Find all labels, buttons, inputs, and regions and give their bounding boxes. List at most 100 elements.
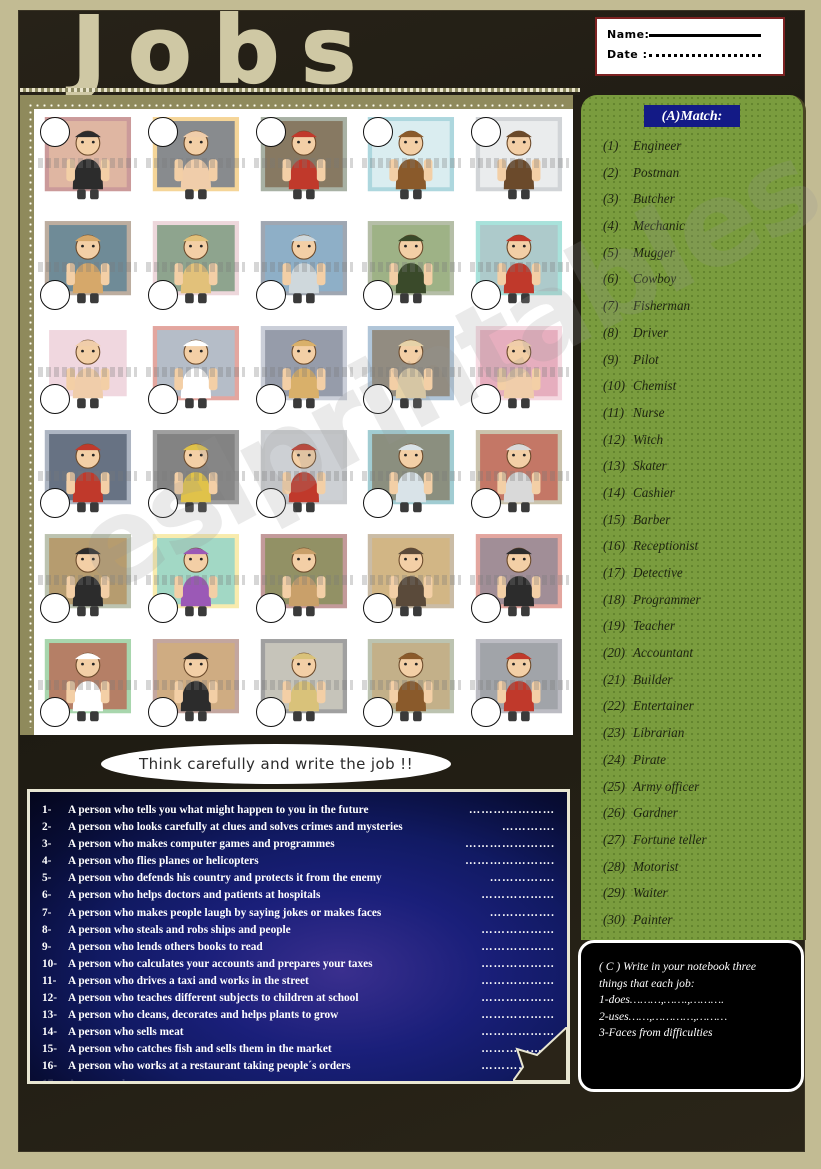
definition-number: 8- (42, 923, 52, 936)
answer-circle[interactable] (363, 279, 394, 310)
picture-cell-skater[interactable] (465, 318, 573, 422)
illustration-watermark (469, 575, 569, 586)
definition-answer-blank[interactable]: ……………… (338, 1007, 555, 1024)
job-item-name: Programmer (633, 591, 701, 607)
date-row: Date : (607, 48, 783, 61)
answer-circle[interactable] (40, 384, 70, 414)
illustration-watermark (361, 262, 461, 273)
definition-number: 17- (42, 1077, 58, 1084)
definition-answer-blank[interactable]: ……………… (320, 887, 555, 904)
job-list-item: (27) Fortune teller (581, 827, 803, 854)
answer-circle[interactable] (471, 384, 502, 414)
answer-circle[interactable] (255, 279, 286, 310)
picture-cell-chemist[interactable] (465, 109, 573, 213)
definition-answer-blank[interactable]: ……………… (291, 922, 555, 939)
answer-circle[interactable] (471, 697, 502, 727)
answer-circle[interactable] (147, 488, 178, 519)
task-c-line: 2-uses……,…………,……… (599, 1009, 728, 1023)
definition-answer-blank[interactable]: ……………. (382, 870, 555, 887)
picture-cell-cashier[interactable] (465, 422, 573, 526)
picture-cell-pirate[interactable] (142, 631, 250, 735)
picture-cell-witch[interactable] (142, 422, 250, 526)
picture-cell-motorist[interactable] (465, 526, 573, 630)
name-input-line[interactable] (649, 34, 761, 37)
definition-answer-blank[interactable]: …………………. (259, 853, 555, 870)
definition-answer-blank[interactable]: …………………. (335, 836, 555, 853)
picture-cell-librarian[interactable] (357, 526, 465, 630)
definition-number: 2- (42, 821, 52, 834)
picture-cell-tax-man[interactable] (250, 422, 358, 526)
date-input-line[interactable] (649, 54, 761, 57)
picture-cell-receptionist[interactable] (34, 109, 142, 213)
illustration-watermark (146, 471, 246, 482)
definition-number: 12- (42, 992, 58, 1005)
answer-circle[interactable] (40, 117, 70, 147)
picture-cell-teacher[interactable] (34, 422, 142, 526)
picture-cell-postman[interactable] (250, 318, 358, 422)
job-list-item: (13) Skater (581, 453, 803, 480)
job-item-name: Chemist (633, 378, 677, 394)
picture-cell-cowboy[interactable] (34, 213, 142, 317)
definition-answer-blank[interactable]: ……………… (183, 1024, 555, 1041)
answer-circle[interactable] (471, 117, 502, 147)
picture-cell-fortune-teller[interactable] (142, 526, 250, 630)
definition-answer-blank[interactable]: ……………… (358, 990, 555, 1007)
answer-circle[interactable] (40, 592, 70, 623)
definition-number: 5- (42, 872, 52, 885)
definition-answer-blank[interactable]: ……………… (263, 939, 555, 956)
definition-answer-blank[interactable]: ……………… (373, 956, 555, 973)
definition-line: 14- A person who sells meat……………… (42, 1024, 555, 1041)
illustration-watermark (469, 366, 569, 377)
picture-cell-detective[interactable] (142, 213, 250, 317)
answer-circle[interactable] (471, 279, 502, 310)
definition-text: A person who lends others books to read (68, 940, 263, 953)
date-label: Date : (607, 48, 648, 61)
picture-cell-mugger[interactable] (250, 109, 358, 213)
picture-cell-entertainer[interactable] (34, 526, 142, 630)
picture-cell-mechanic[interactable] (465, 213, 573, 317)
definition-text: A person who makes people laugh by sayin… (68, 906, 382, 919)
answer-circle[interactable] (255, 592, 286, 623)
picture-cell-builder[interactable] (465, 631, 573, 735)
job-item-name: Mechanic (633, 218, 685, 234)
picture-cell-nurse[interactable] (34, 318, 142, 422)
picture-cell-painter[interactable] (34, 631, 142, 735)
definition-answer-blank[interactable]: ………… (134, 1076, 555, 1082)
job-item-number: (15) (603, 511, 625, 527)
definition-line: 11- A person who drives a taxi and works … (42, 973, 555, 990)
definition-line: 12- A person who teaches different subjec… (42, 990, 555, 1007)
answer-circle[interactable] (255, 488, 286, 519)
answer-circle[interactable] (40, 279, 70, 310)
picture-cell-engineer[interactable] (142, 109, 250, 213)
answer-circle[interactable] (147, 384, 178, 414)
job-item-name: Barber (633, 511, 671, 527)
picture-cell-driver[interactable] (250, 213, 358, 317)
job-item-number: (1) (603, 138, 619, 153)
definition-answer-blank[interactable]: ………………… (368, 802, 555, 819)
illustration-watermark (361, 471, 461, 482)
picture-cell-gardner[interactable] (250, 526, 358, 630)
answer-circle[interactable] (147, 279, 178, 310)
picture-cell-barber[interactable] (357, 422, 465, 526)
picture-cell-waiter[interactable] (250, 631, 358, 735)
definition-answer-blank[interactable]: …………. (403, 819, 555, 836)
answer-circle[interactable] (147, 117, 178, 147)
picture-cell-builder-worker[interactable] (357, 631, 465, 735)
instruction-banner-text: Think carefully and write the job !! (139, 755, 413, 773)
answer-circle[interactable] (255, 697, 286, 727)
job-item-name: Builder (633, 671, 673, 687)
answer-circle[interactable] (255, 384, 286, 414)
picture-cell-butcher[interactable] (357, 109, 465, 213)
definition-answer-blank[interactable]: ……………. (381, 905, 555, 922)
answer-circle[interactable] (40, 697, 70, 727)
answer-circle[interactable] (255, 117, 286, 147)
answer-circle[interactable] (147, 697, 178, 727)
picture-cell-pilot[interactable] (142, 318, 250, 422)
answer-circle[interactable] (147, 592, 178, 623)
answer-circle[interactable] (471, 592, 502, 623)
picture-cell-army-officer[interactable] (357, 213, 465, 317)
picture-cell-accountant[interactable] (357, 318, 465, 422)
answer-circle[interactable] (363, 592, 394, 623)
definition-answer-blank[interactable]: ……………… (309, 973, 555, 990)
job-list-item: (4) Mechanic (581, 213, 803, 240)
